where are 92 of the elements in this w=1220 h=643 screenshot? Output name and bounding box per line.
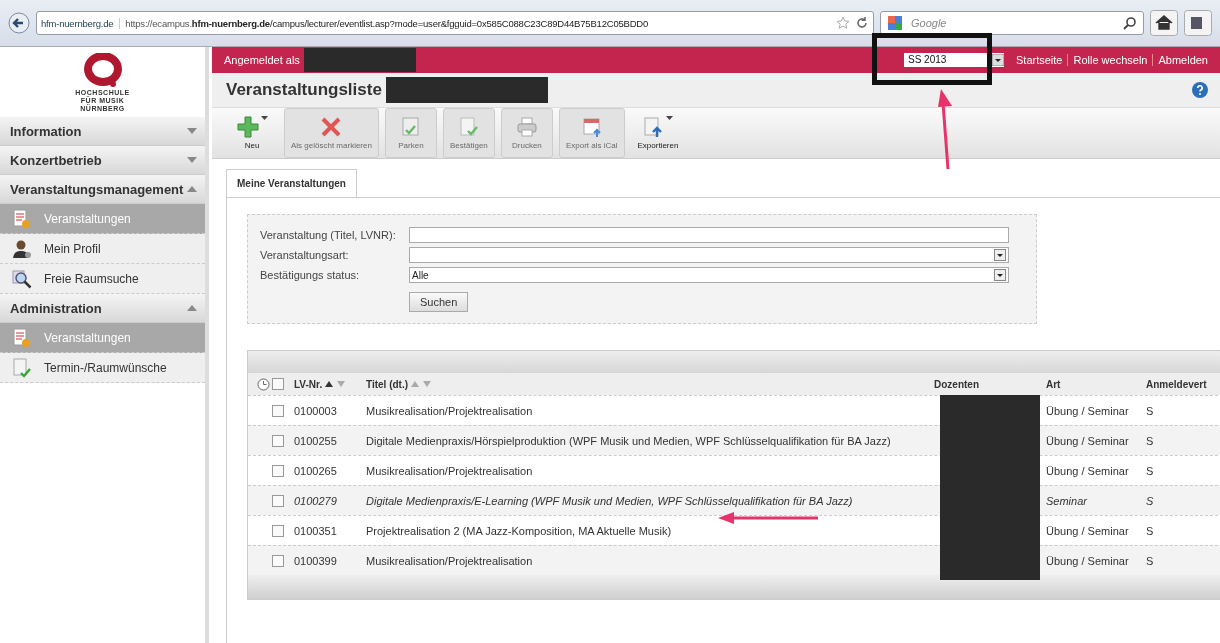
table-cell: Digitale Medienpraxis/E-Learning (WPF Musik und Medien, WPF Schlüsselqualifikation für BA Jazz): [366, 494, 853, 507]
calendar-icon: [580, 116, 603, 138]
table-cell: S: [1146, 494, 1154, 507]
star-icon[interactable]: [836, 16, 850, 30]
table-cell: Digitale Medienpraxis/Hörspielproduktion (WPF Musik und Medien, WPF Schlüsselqualifikation für BA Jazz): [366, 434, 891, 447]
search-icon[interactable]: [1123, 16, 1137, 30]
column-header[interactable]: Anmeldevert: [1146, 378, 1207, 390]
semester-select[interactable]: SS 2013: [904, 52, 1004, 67]
document-check-icon: [12, 357, 32, 378]
table-cell: Musikrealisation/Projektrealisation: [366, 404, 533, 417]
table-cell: Übung / Seminar: [1046, 464, 1129, 477]
cross-icon: [320, 116, 343, 138]
checkbox[interactable]: [272, 434, 284, 447]
dropdown-icon: [992, 53, 1004, 66]
filter-label: Bestätigungs status:: [260, 269, 361, 281]
table-cell: S: [1146, 554, 1154, 567]
person-icon: [12, 238, 32, 259]
table-cell: 0100399: [294, 554, 337, 567]
search-field[interactable]: Google: [880, 11, 1144, 35]
select-field[interactable]: [409, 247, 1009, 263]
table-cell: 0100279: [294, 494, 337, 507]
caret-icon: [666, 116, 674, 120]
table-cell: Projektrealisation 2 (MA Jazz-Komposition, MA Aktuelle Musik): [366, 524, 672, 537]
sidebar-item[interactable]: Termin-/Raumwünsche: [0, 353, 205, 383]
checkbox[interactable]: [272, 494, 284, 507]
table-cell: Übung / Seminar: [1046, 524, 1129, 537]
toolbar-button[interactable]: Exportieren: [630, 108, 686, 158]
column-header[interactable]: LV-Nr.: [294, 378, 323, 390]
table-cell: Musikrealisation/Projektrealisation: [366, 554, 533, 567]
sidebar-item[interactable]: Mein Profil: [0, 234, 205, 264]
caret-icon: [187, 305, 197, 311]
logo-icon: [82, 53, 123, 89]
filter-label: Veranstaltungsart:: [260, 249, 350, 261]
column-header[interactable]: Art: [1046, 378, 1061, 390]
search-button[interactable]: Suchen: [409, 292, 469, 312]
caret-icon: [187, 157, 197, 163]
table-cell: Musikrealisation/Projektrealisation: [366, 464, 533, 477]
address-field[interactable]: hfm-nuernberg.de https://ecampus.hfm-nuernberg.de/campus/lecturer/eventlist.asp?mode=user&fgguid=0x585C088C23C89D44B75B12C05BDD0: [36, 11, 874, 35]
reload-icon[interactable]: [855, 16, 869, 30]
tab[interactable]: Meine Veranstaltungen: [226, 169, 357, 197]
back-icon[interactable]: [8, 12, 30, 34]
plus-icon: [236, 116, 259, 138]
table-cell: S: [1146, 434, 1154, 447]
table-cell: S: [1146, 404, 1154, 417]
caret-icon: [187, 128, 197, 134]
table-cell: 0100265: [294, 464, 337, 477]
magnifier-icon: [12, 268, 32, 289]
page-title: Veranstaltungsliste: [226, 79, 382, 100]
dropdown-icon: [994, 269, 1006, 281]
table-cell: S: [1146, 524, 1154, 537]
table-cell: S: [1146, 464, 1154, 477]
column-header[interactable]: Titel (dt.): [366, 378, 409, 390]
header-link[interactable]: Rolle wechseln: [1073, 53, 1148, 66]
filter-label: Veranstaltung (Titel, LVNR):: [260, 229, 397, 241]
table-cell: Übung / Seminar: [1046, 404, 1129, 417]
sidebar-item[interactable]: Freie Raumsuche: [0, 264, 205, 294]
document-icon: [12, 208, 32, 229]
site-identity[interactable]: hfm-nuernberg.de: [41, 17, 121, 29]
sidebar-section[interactable]: Konzertbetrieb: [0, 146, 205, 175]
table-cell: 0100255: [294, 434, 337, 447]
document-icon: [12, 327, 32, 348]
clock-icon: [257, 377, 270, 391]
sort-icon[interactable]: [325, 380, 346, 388]
document-check-icon: [399, 116, 422, 138]
checkbox[interactable]: [272, 524, 284, 537]
checkbox[interactable]: [272, 378, 284, 390]
help-icon[interactable]: [1192, 81, 1208, 98]
dropdown-icon: [994, 249, 1006, 261]
sidebar-section[interactable]: Administration: [0, 294, 205, 323]
checkbox[interactable]: [272, 554, 284, 567]
header-link[interactable]: Abmelden: [1158, 53, 1208, 66]
select-field[interactable]: Alle: [409, 267, 1009, 283]
caret-icon: [260, 116, 268, 120]
table-cell: Seminar: [1046, 494, 1087, 507]
printer-icon: [515, 116, 538, 138]
checkbox[interactable]: [272, 464, 284, 477]
table-cell: Übung / Seminar: [1046, 554, 1129, 567]
header-link[interactable]: Startseite: [1016, 53, 1063, 66]
sidebar-section[interactable]: Veranstaltungsmanagement: [0, 175, 205, 204]
column-header[interactable]: Dozenten: [934, 378, 979, 390]
home-icon[interactable]: [1150, 10, 1178, 36]
document-check-icon: [457, 116, 480, 138]
checkbox[interactable]: [272, 404, 284, 417]
logged-in-label: Angemeldet als: [224, 53, 300, 66]
table-cell: Übung / Seminar: [1046, 434, 1129, 447]
sidebar-section[interactable]: Information: [0, 117, 205, 146]
url-text: https://ecampus.hfm-nuernberg.de/campus/lecturer/eventlist.asp?mode=user&fgguid=0x585C088C23C89D44B75B12C05BDD0: [125, 17, 650, 29]
caret-icon: [187, 186, 197, 192]
input-field[interactable]: [409, 227, 1009, 243]
table-cell: 0100351: [294, 524, 337, 537]
table-cell: 0100003: [294, 404, 337, 417]
toolbar-button[interactable]: Neu: [226, 108, 278, 158]
